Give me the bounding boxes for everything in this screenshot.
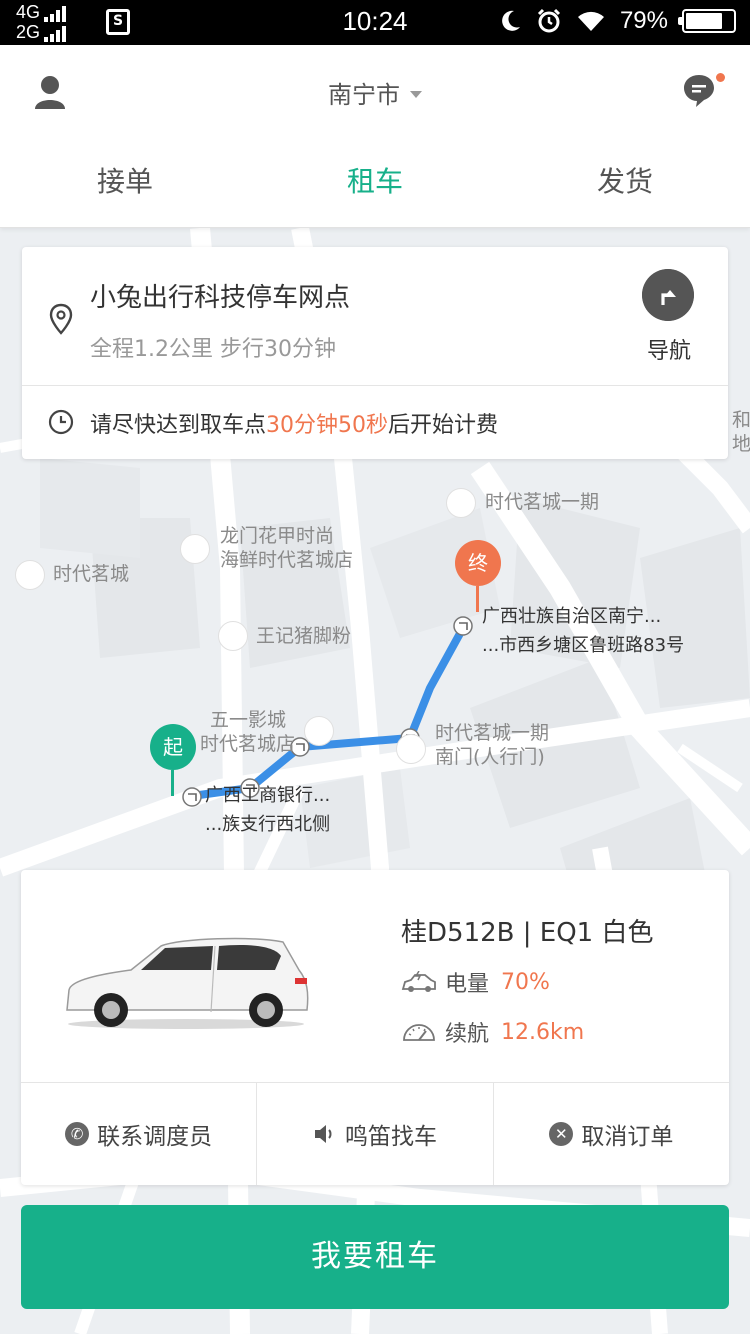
- car-plate: 桂D512B | EQ1 白色: [401, 918, 654, 948]
- message-icon[interactable]: [682, 73, 716, 109]
- range-value: 12.6km: [501, 1019, 585, 1045]
- navigate-label[interactable]: 导航: [634, 333, 704, 365]
- battery-fill: [686, 13, 723, 29]
- navigate-button[interactable]: [642, 269, 694, 321]
- poi-restaurant-icon[interactable]: [180, 534, 210, 564]
- status-bar: 4G 2G S 10:24 79%: [0, 0, 750, 45]
- unread-dot: [716, 73, 725, 82]
- city-name: 南宁市: [328, 81, 400, 109]
- poi-label[interactable]: 王记猪脚粉: [256, 624, 351, 648]
- speaker-icon: [314, 1125, 332, 1143]
- pickup-place-name: 小兔出行科技停车网点: [90, 283, 351, 313]
- battery-icon: [678, 9, 736, 33]
- poi-home-icon[interactable]: [15, 560, 45, 590]
- moon-icon: [502, 10, 520, 31]
- battery-stat: 电量 70%: [401, 966, 550, 998]
- tab-ship[interactable]: 发货: [500, 160, 750, 200]
- poi-label[interactable]: 时代茗城: [53, 562, 129, 586]
- alarm-icon: [537, 8, 561, 33]
- start-address-label: ...族支行西北侧: [205, 814, 331, 835]
- battery-label: 电量: [445, 972, 490, 997]
- range-label: 续航: [445, 1022, 490, 1047]
- poi-label[interactable]: 时代茗城店: [200, 732, 295, 756]
- poi-gate-icon[interactable]: [396, 734, 426, 764]
- poi-restaurant-icon[interactable]: [218, 621, 248, 651]
- phone-icon: ✆: [65, 1122, 90, 1146]
- billing-notice: 请尽快达到取车点30分钟50秒后开始计费: [90, 413, 499, 438]
- countdown-time: 30分钟50秒: [266, 413, 389, 438]
- poi-label[interactable]: 五一影城: [210, 708, 286, 732]
- poi-label[interactable]: 海鲜时代茗城店: [220, 548, 353, 572]
- cancel-order-button[interactable]: ✕ 取消订单: [494, 1083, 729, 1185]
- car-actions: ✆ 联系调度员 鸣笛找车 ✕ 取消订单: [21, 1083, 729, 1185]
- city-selector[interactable]: 南宁市: [0, 75, 750, 110]
- poi-label[interactable]: 龙门花甲时尚: [220, 524, 334, 548]
- location-pin-icon: [49, 303, 73, 335]
- top-header: 南宁市 接单 租车 发货: [0, 45, 750, 228]
- rent-car-button[interactable]: 我要租车: [21, 1205, 729, 1309]
- honk-button[interactable]: 鸣笛找车: [257, 1083, 494, 1185]
- close-icon: ✕: [549, 1122, 574, 1146]
- poi-label[interactable]: 时代茗城一期: [435, 721, 549, 745]
- range-stat: 续航 12.6km: [401, 1016, 584, 1048]
- start-marker: 起: [150, 724, 196, 796]
- main-tabs: 接单 租车 发货: [0, 160, 750, 200]
- poi-label[interactable]: 南门(人行门): [435, 745, 545, 769]
- end-address-label: 广西壮族自治区南宁...: [482, 606, 662, 627]
- poi-cinema-icon[interactable]: [304, 716, 334, 746]
- contact-dispatcher-button[interactable]: ✆ 联系调度员: [21, 1083, 258, 1185]
- speedometer-icon: [403, 1024, 435, 1041]
- start-address-label: 广西工商银行...: [205, 785, 331, 806]
- pickup-info-card: 小兔出行科技停车网点 全程1.2公里 步行30分钟 导航 请尽快达到取车点30分…: [22, 247, 728, 459]
- battery-value: 70%: [501, 969, 550, 995]
- wifi-icon: [577, 11, 604, 31]
- edge-label: 和: [732, 409, 750, 431]
- battery-percent: 79%: [619, 7, 668, 34]
- electric-car-icon: [401, 971, 436, 992]
- caret-down-icon: [410, 90, 422, 98]
- clock-icon: [48, 409, 74, 435]
- pickup-distance: 全程1.2公里 步行30分钟: [90, 337, 336, 362]
- poi-home-icon[interactable]: [446, 488, 476, 518]
- tab-rent[interactable]: 租车: [250, 160, 500, 200]
- edge-label: 地: [732, 433, 750, 455]
- poi-label[interactable]: 时代茗城一期: [485, 490, 599, 514]
- car-info-card: 桂D512B | EQ1 白色 电量 70% 续航 12.6km ✆ 联系调度员: [21, 870, 729, 1185]
- end-address-label: ...市西乡塘区鲁班路83号: [482, 635, 685, 656]
- car-image: [66, 937, 309, 1029]
- divider: [22, 385, 728, 386]
- tab-orders[interactable]: 接单: [0, 160, 250, 200]
- end-marker: 终: [455, 540, 501, 612]
